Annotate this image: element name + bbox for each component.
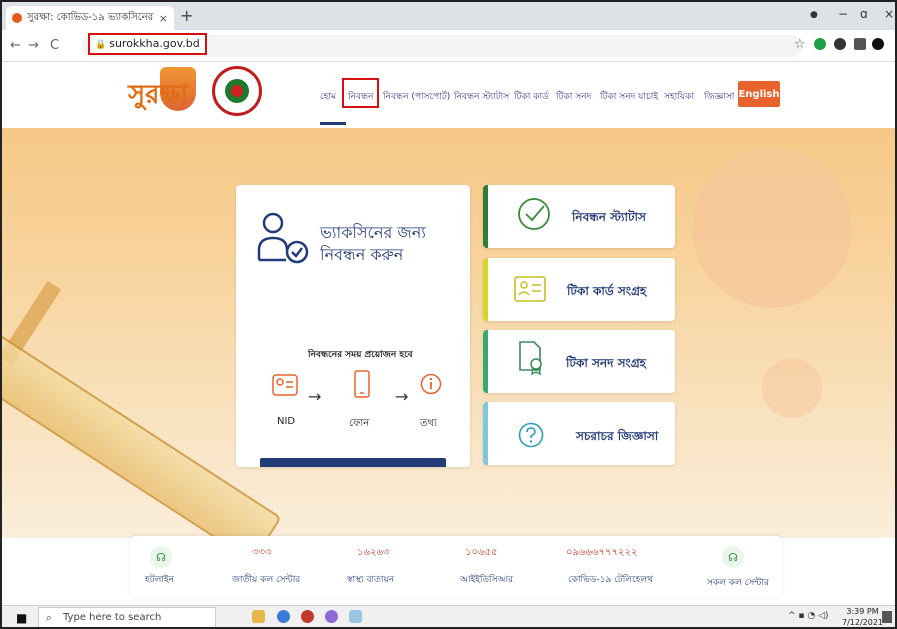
profile-avatar-icon[interactable] bbox=[872, 38, 884, 50]
stat-label: স্বাস্থ্য বাতায়ন bbox=[347, 575, 395, 585]
stat-number[interactable]: ৩৩৩ bbox=[252, 545, 272, 562]
registration-title-line2: নিবন্ধন করুন bbox=[320, 245, 404, 264]
system-tray-icons[interactable]: ^ ▪ ◔ ◁) bbox=[788, 611, 829, 621]
stat-number[interactable]: ০৯৬৬৬৭৭৭২২২ bbox=[566, 545, 638, 562]
extension-icon[interactable] bbox=[834, 38, 846, 50]
viber-icon[interactable] bbox=[325, 610, 338, 623]
bookmark-star-icon[interactable]: ☆ bbox=[794, 37, 806, 52]
card-accent-bar bbox=[483, 258, 488, 321]
nav-vaccine-card[interactable]: টিকা কার্ড bbox=[514, 89, 549, 104]
browser-tab[interactable]: সুরক্ষা: কোভিড-১৯ ভ্যাকসিনের জ × bbox=[6, 6, 174, 30]
info-icon bbox=[420, 373, 442, 395]
headset-icon: ☊ bbox=[150, 546, 172, 568]
step-arrow-icon: → bbox=[395, 387, 409, 406]
card-accent-bar bbox=[483, 330, 488, 393]
nav-registration-passport[interactable]: নিবন্ধন (পাসপোর্ট) bbox=[383, 89, 450, 104]
notification-icon[interactable] bbox=[882, 611, 892, 623]
taskbar-search-placeholder: Type here to search bbox=[63, 612, 162, 623]
registration-highlight-box bbox=[342, 78, 379, 108]
step-label-info: তথ্য bbox=[420, 418, 437, 429]
lock-icon: 🔒 bbox=[95, 40, 107, 50]
url-text: surokkha.gov.bd bbox=[109, 37, 200, 50]
active-nav-indicator bbox=[320, 122, 346, 125]
file-explorer-icon[interactable] bbox=[252, 610, 265, 623]
site-favicon-icon bbox=[12, 13, 22, 23]
english-language-button[interactable]: English bbox=[738, 81, 780, 107]
nav-certificate-verify[interactable]: টিকা সনদ যাচাই bbox=[600, 89, 658, 104]
minimize-button[interactable]: − bbox=[838, 7, 848, 21]
all-callcenter-label[interactable]: সকল কল সেন্টার bbox=[707, 575, 769, 590]
stat-number[interactable]: ১০৬৫৫ bbox=[465, 545, 497, 562]
government-seal-icon bbox=[212, 66, 262, 116]
taskbar-search-input[interactable]: ⌕ Type here to search bbox=[38, 607, 216, 627]
screen-frame: সুরক্ষা: কোভিড-১৯ ভ্যাকসিনের জ × + ● − ɑ… bbox=[0, 0, 897, 629]
nav-vaccine-certificate[interactable]: টিকা সনদ bbox=[556, 89, 591, 104]
stat-label: জাতীয় কল সেন্টার bbox=[232, 575, 301, 585]
chrome-icon[interactable] bbox=[277, 610, 290, 623]
profile-icon[interactable]: ● bbox=[810, 10, 818, 20]
vaccine-certificate-collect-label: টিকা সনদ সংগ্রহ bbox=[566, 356, 646, 370]
tab-title: সুরক্ষা: কোভিড-১৯ ভ্যাকসিনের জ bbox=[27, 11, 155, 23]
virus-decoration bbox=[692, 148, 852, 308]
nav-help[interactable]: সহায়িকা bbox=[664, 89, 694, 104]
register-button[interactable] bbox=[260, 458, 446, 467]
clock-date: 7/12/2021 bbox=[842, 618, 884, 627]
clock-time: 3:39 PM bbox=[846, 607, 879, 616]
forward-icon[interactable]: → bbox=[28, 38, 39, 53]
helpline-stats-bar bbox=[130, 536, 782, 598]
card-accent-bar bbox=[483, 402, 488, 465]
phone-icon bbox=[354, 370, 370, 398]
person-check-icon bbox=[257, 212, 309, 264]
registration-status-label: নিবন্ধন স্ট্যাটাস bbox=[572, 210, 646, 224]
certificate-icon bbox=[519, 341, 542, 376]
extension-icon[interactable] bbox=[814, 38, 826, 50]
virus-decoration bbox=[762, 358, 822, 418]
extensions-puzzle-icon[interactable] bbox=[854, 38, 866, 50]
vaccine-card-collect-label: টিকা কার্ড সংগ্রহ bbox=[567, 284, 647, 298]
search-icon: ⌕ bbox=[46, 611, 53, 624]
registration-requirement-text: নিবন্ধনের সময় প্রয়োজন হবে bbox=[308, 350, 413, 360]
new-tab-button[interactable]: + bbox=[180, 6, 193, 25]
back-icon[interactable]: ← bbox=[10, 38, 21, 53]
nav-faq[interactable]: জিজ্ঞাসা bbox=[704, 89, 734, 104]
step-arrow-icon: → bbox=[308, 387, 322, 406]
hotline-label: হটলাইন bbox=[145, 575, 175, 585]
question-circle-icon bbox=[518, 422, 544, 448]
url-field[interactable]: 🔒 surokkha.gov.bd bbox=[88, 33, 207, 55]
nav-home[interactable]: হোম bbox=[320, 89, 336, 104]
reload-icon[interactable]: C bbox=[50, 38, 59, 53]
headset-icon: ☊ bbox=[722, 546, 744, 568]
taskbar-clock[interactable]: 3:39 PM 7/12/2021 bbox=[842, 606, 884, 627]
close-window-button[interactable]: × bbox=[884, 7, 894, 21]
nav-registration-status[interactable]: নিবন্ধন স্ট্যাটাস bbox=[454, 89, 509, 104]
step-label-phone: ফোন bbox=[349, 418, 370, 429]
chrome-icon[interactable] bbox=[301, 610, 314, 623]
check-circle-icon bbox=[518, 198, 550, 230]
id-card-icon bbox=[514, 276, 546, 302]
maximize-button[interactable]: ɑ bbox=[860, 7, 868, 21]
paint-icon[interactable] bbox=[349, 610, 362, 623]
card-accent-bar bbox=[483, 185, 488, 248]
faq-label: সচরাচর জিজ্ঞাসা bbox=[576, 429, 659, 443]
site-logo[interactable]: সুরক্ষা bbox=[128, 74, 188, 118]
stat-label: আইইডিসিআর bbox=[460, 575, 514, 585]
stat-label: কোভিড-১৯ টেলিহেলথ bbox=[568, 575, 653, 585]
tab-close-icon[interactable]: × bbox=[159, 12, 168, 25]
windows-start-icon[interactable]: ■ bbox=[16, 611, 27, 625]
stat-number[interactable]: ১৬২৬৩ bbox=[357, 545, 390, 562]
step-label-nid: NID bbox=[277, 416, 296, 427]
id-card-icon bbox=[272, 374, 298, 396]
